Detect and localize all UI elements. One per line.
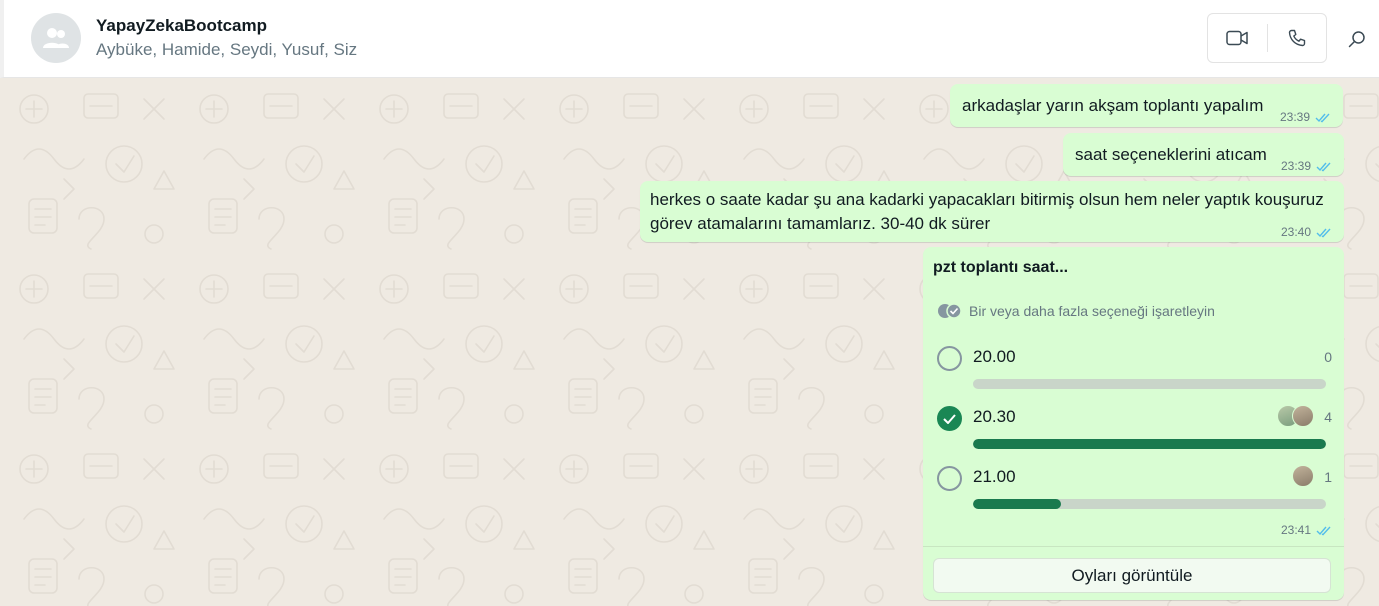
read-receipt-icon	[1316, 162, 1331, 171]
read-receipt-icon	[1315, 113, 1330, 122]
option-voters	[1277, 405, 1314, 427]
voice-call-icon	[1288, 29, 1305, 47]
video-call-button[interactable]	[1208, 14, 1267, 62]
option-vote-count: 4	[1324, 409, 1332, 425]
video-call-icon	[1226, 30, 1248, 46]
option-radio[interactable]	[937, 406, 962, 431]
option-progress-fill	[973, 439, 1326, 449]
poll-option[interactable]: 20.00 0	[937, 341, 1332, 395]
message-time: 23:40	[1280, 225, 1311, 239]
message-meta: 23:39	[1280, 110, 1331, 124]
check-icon	[943, 413, 956, 424]
view-votes-button[interactable]: Oyları görüntüle	[933, 558, 1331, 593]
option-progress-bar	[973, 439, 1326, 449]
option-progress-bar	[973, 499, 1326, 509]
poll-title: pzt toplantı saat...	[933, 259, 1069, 276]
message-time: 23:39	[1279, 110, 1310, 124]
message-bubble[interactable]: herkes o saate kadar şu ana kadarki yapa…	[640, 181, 1344, 242]
option-progress-fill	[973, 499, 1062, 509]
message-time: 23:39	[1280, 159, 1311, 173]
voter-avatar	[1292, 405, 1314, 427]
option-progress-bar	[973, 379, 1326, 389]
poll-meta: 23:41	[1281, 523, 1332, 537]
read-receipt-icon	[1316, 228, 1331, 237]
search-button[interactable]	[1344, 26, 1370, 52]
multi-check-icon	[938, 303, 962, 319]
message-bubble[interactable]: arkadaşlar yarın akşam toplantı yapalım …	[950, 84, 1343, 127]
message-text: arkadaşlar yarın akşam toplantı yapalım	[962, 96, 1264, 115]
poll-hint: Bir veya daha fazla seçeneği işaretleyin	[937, 303, 1215, 319]
option-label: 20.30	[973, 407, 1016, 426]
group-avatar[interactable]	[31, 13, 81, 63]
voice-call-button[interactable]	[1267, 14, 1326, 62]
option-label: 20.00	[973, 347, 1016, 366]
poll-hint-text: Bir veya daha fazla seçeneği işaretleyin	[969, 303, 1215, 319]
option-label: 21.00	[973, 467, 1016, 486]
read-receipt-icon	[1316, 526, 1331, 535]
poll-option[interactable]: 20.30 4	[937, 401, 1332, 455]
voter-avatar	[1292, 465, 1314, 487]
poll-time: 23:41	[1280, 523, 1311, 537]
poll-divider	[923, 546, 1344, 547]
poll-option[interactable]: 21.00 1	[937, 461, 1332, 515]
option-vote-count: 1	[1324, 469, 1332, 485]
option-vote-count: 0	[1324, 349, 1332, 365]
call-buttons	[1207, 13, 1327, 63]
message-meta: 23:40	[1281, 225, 1332, 239]
group-icon	[43, 28, 69, 48]
option-radio[interactable]	[937, 346, 962, 371]
chat-members[interactable]: Aybüke, Hamide, Seydi, Yusuf, Siz	[96, 40, 357, 60]
chat-area[interactable]: arkadaşlar yarın akşam toplantı yapalım …	[4, 79, 1379, 606]
poll-message: pzt toplantı saat... Bir veya daha fazla…	[923, 247, 1344, 600]
message-meta: 23:39	[1281, 159, 1332, 173]
option-voters	[1292, 465, 1314, 487]
message-text: herkes o saate kadar şu ana kadarki yapa…	[650, 190, 1324, 233]
chat-title[interactable]: YapayZekaBootcamp	[96, 16, 267, 36]
message-bubble[interactable]: saat seçeneklerini atıcam 23:39	[1063, 133, 1344, 176]
option-radio[interactable]	[937, 466, 962, 491]
chat-header: YapayZekaBootcamp Aybüke, Hamide, Seydi,…	[0, 0, 1379, 78]
search-icon	[1348, 31, 1365, 48]
